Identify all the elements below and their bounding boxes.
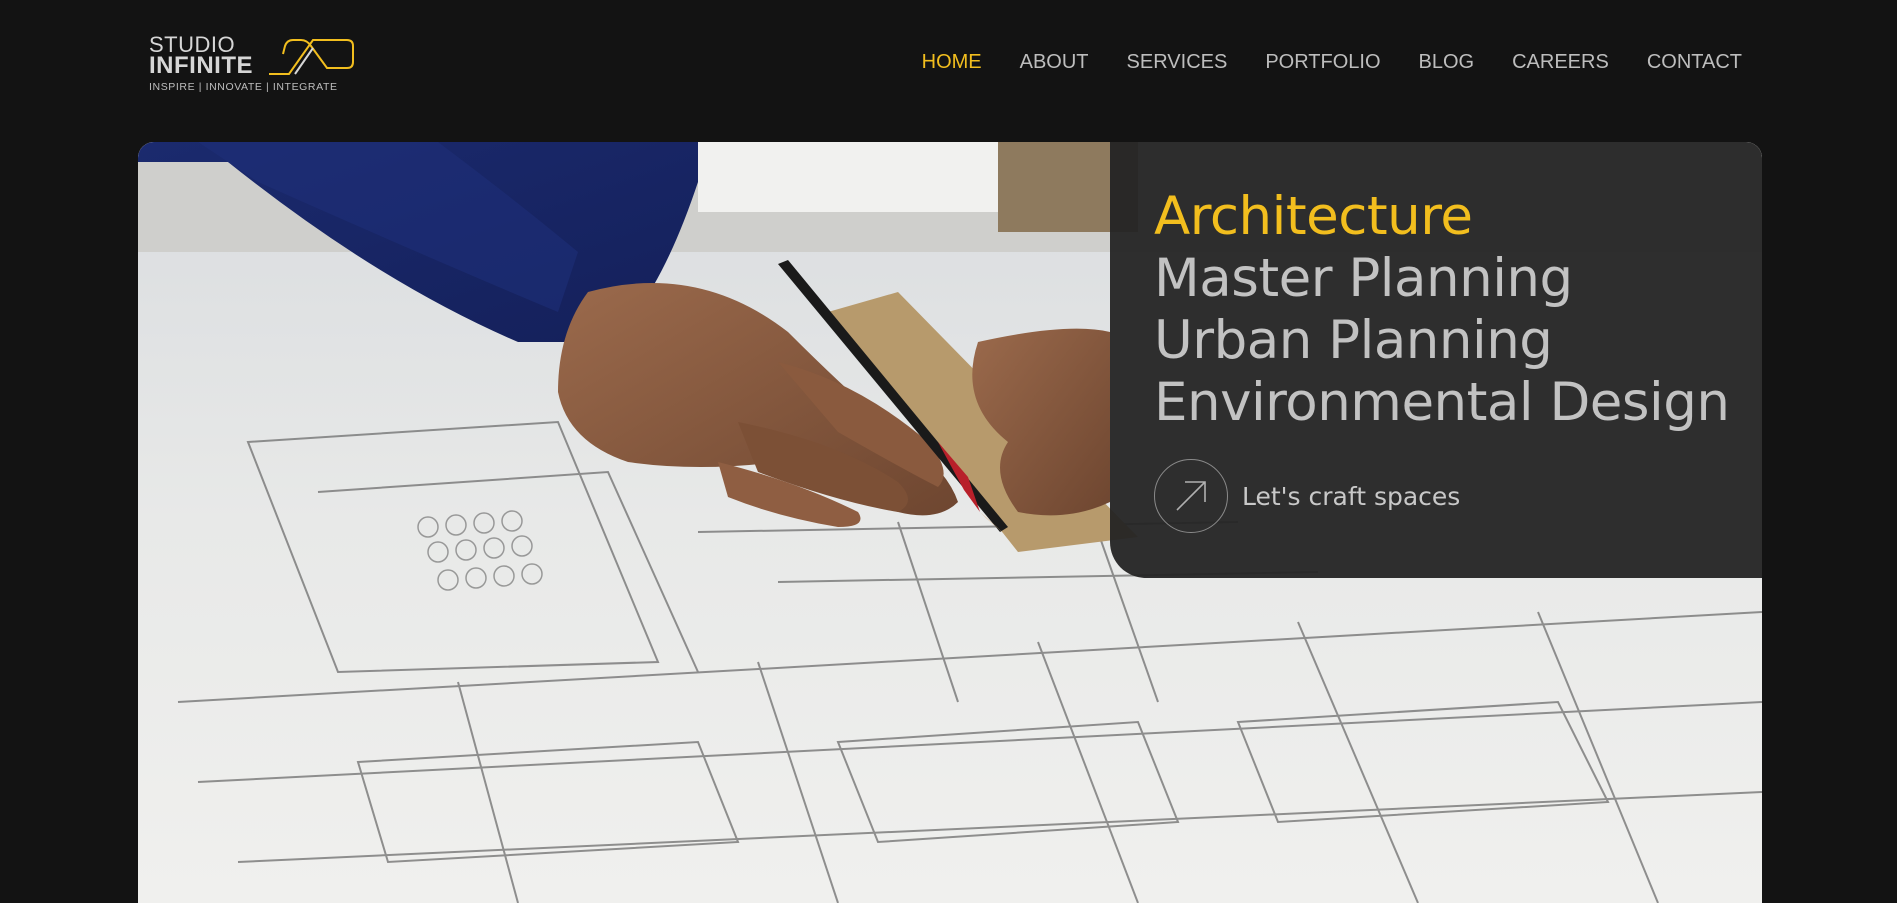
site-header: STUDIO INFINITE INSPIRE | INNOVATE | INT… bbox=[0, 0, 1897, 142]
service-architecture[interactable]: Architecture bbox=[1154, 186, 1762, 248]
service-environmental-design[interactable]: Environmental Design bbox=[1154, 372, 1762, 434]
service-urban-planning[interactable]: Urban Planning bbox=[1154, 310, 1762, 372]
services-panel: Architecture Master Planning Urban Plann… bbox=[1110, 142, 1762, 578]
services-list: Architecture Master Planning Urban Plann… bbox=[1154, 186, 1762, 434]
arrow-up-right-icon bbox=[1176, 481, 1206, 511]
service-master-planning[interactable]: Master Planning bbox=[1154, 248, 1762, 310]
hero-section: Architecture Master Planning Urban Plann… bbox=[138, 142, 1762, 903]
nav-careers[interactable]: CAREERS bbox=[1512, 51, 1609, 74]
nav-portfolio[interactable]: PORTFOLIO bbox=[1265, 51, 1380, 74]
cta-circle[interactable] bbox=[1154, 459, 1228, 533]
cta-label[interactable]: Let's craft spaces bbox=[1242, 482, 1460, 511]
main-nav: HOME ABOUT SERVICES PORTFOLIO BLOG CAREE… bbox=[884, 51, 1742, 74]
nav-about[interactable]: ABOUT bbox=[1020, 51, 1089, 74]
logo-tagline: INSPIRE | INNOVATE | INTEGRATE bbox=[149, 81, 338, 93]
nav-blog[interactable]: BLOG bbox=[1419, 51, 1475, 74]
nav-home[interactable]: HOME bbox=[922, 51, 982, 74]
logo-line-2: INFINITE bbox=[149, 52, 253, 79]
infinity-mark-icon bbox=[269, 39, 354, 75]
studio-infinite-logo[interactable]: STUDIO INFINITE INSPIRE | INNOVATE | INT… bbox=[149, 34, 354, 94]
cta-button[interactable]: Let's craft spaces bbox=[1154, 459, 1460, 533]
nav-services[interactable]: SERVICES bbox=[1127, 51, 1228, 74]
nav-contact[interactable]: CONTACT bbox=[1647, 51, 1742, 74]
